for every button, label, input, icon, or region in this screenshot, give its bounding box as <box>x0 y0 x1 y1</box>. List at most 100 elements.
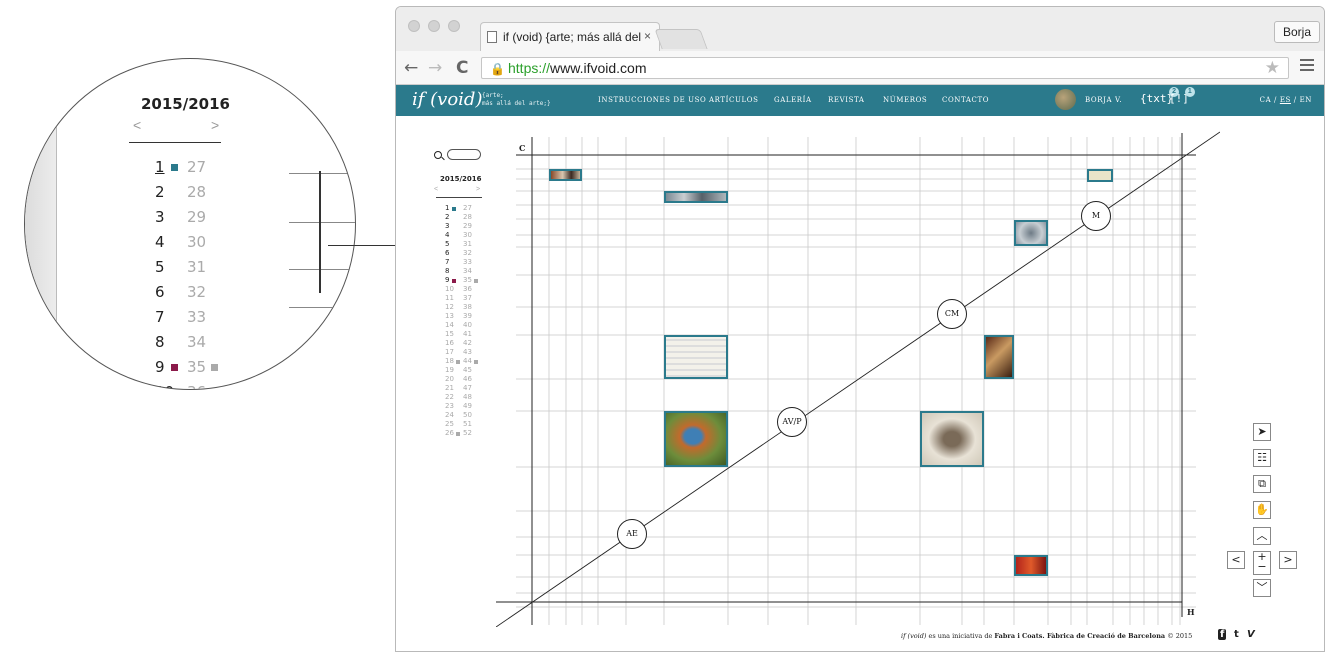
alert-notifications-icon[interactable]: [!] 1 <box>1169 87 1195 105</box>
pan-down-button[interactable]: ﹀ <box>1253 579 1271 597</box>
artwork-thumbnail[interactable] <box>664 335 728 379</box>
zoom-next-arrow[interactable]: > <box>211 117 219 133</box>
nav-numeros[interactable]: NÚMEROS <box>883 96 927 104</box>
sidebar-issue-number-secondary[interactable]: 32 <box>463 249 472 258</box>
sidebar-issue-number-secondary[interactable]: 51 <box>463 420 472 429</box>
zoom-issue-number[interactable]: 5 <box>155 258 165 276</box>
zoom-issue-row[interactable]: 8 34 <box>155 333 275 355</box>
artwork-thumbnail[interactable] <box>1014 220 1048 246</box>
sidebar-issue-number-secondary[interactable]: 39 <box>463 312 472 321</box>
zoom-issue-number-secondary[interactable]: 31 <box>187 258 206 276</box>
zoom-issue-number-secondary[interactable]: 35 <box>187 358 206 376</box>
sidebar-issue-number-secondary[interactable]: 50 <box>463 411 472 420</box>
sidebar-issue-number-secondary[interactable]: 52 <box>463 429 472 438</box>
artwork-thumbnail[interactable] <box>1087 169 1113 182</box>
zoom-control[interactable]: + − <box>1253 551 1271 575</box>
zoom-issue-row[interactable]: 4 30 <box>155 233 275 255</box>
sidebar-issue-number-secondary[interactable]: 31 <box>463 240 472 249</box>
browser-menu-icon[interactable] <box>1300 59 1314 74</box>
sidebar-issue-number[interactable]: 21 <box>445 384 454 393</box>
zoom-issue-row[interactable]: 6 32 <box>155 283 275 305</box>
zoom-issue-number[interactable]: 3 <box>155 208 165 226</box>
sidebar-issue-number-secondary[interactable]: 33 <box>463 258 472 267</box>
zoom-issue-row[interactable]: 5 31 <box>155 258 275 280</box>
sidebar-issue-number[interactable]: 24 <box>445 411 454 420</box>
zoom-issue-row[interactable]: 9 35 <box>155 358 275 380</box>
sidebar-issue-number-secondary[interactable]: 44 <box>463 357 472 366</box>
sidebar-issue-number-secondary[interactable]: 49 <box>463 402 472 411</box>
sidebar-prev-arrow[interactable]: < <box>434 186 438 193</box>
sidebar-issue-number[interactable]: 23 <box>445 402 454 411</box>
tab-close-icon[interactable]: × <box>644 29 651 43</box>
sidebar-issue-number-secondary[interactable]: 28 <box>463 213 472 222</box>
pan-up-button[interactable]: ︿ <box>1253 527 1271 545</box>
zoom-issue-number-secondary[interactable]: 33 <box>187 308 206 326</box>
sidebar-issue-number[interactable]: 1 <box>445 204 449 213</box>
sidebar-issue-number-secondary[interactable]: 36 <box>463 285 472 294</box>
minimize-window-button[interactable] <box>428 20 440 32</box>
address-bar[interactable]: 🔒 https://www.ifvoid.com ★ <box>481 57 1289 79</box>
bookmark-star-icon[interactable]: ★ <box>1265 58 1280 78</box>
artwork-thumbnail[interactable] <box>549 169 582 181</box>
nav-articulos[interactable]: ARTÍCULOS <box>709 96 758 104</box>
zoom-issue-number[interactable]: 4 <box>155 233 165 251</box>
sidebar-issue-number[interactable]: 16 <box>445 339 454 348</box>
sidebar-issue-number[interactable]: 20 <box>445 375 454 384</box>
nav-galeria[interactable]: GALERÍA <box>774 96 812 104</box>
sidebar-issue-number[interactable]: 19 <box>445 366 454 375</box>
zoom-issue-number-secondary[interactable]: 30 <box>187 233 206 251</box>
zoom-issue-number-secondary[interactable]: 36 <box>187 383 206 389</box>
sidebar-issue-number-secondary[interactable]: 42 <box>463 339 472 348</box>
avatar[interactable] <box>1055 89 1076 110</box>
zoom-issue-number[interactable]: 9 <box>155 358 165 376</box>
zoom-issue-number[interactable]: 8 <box>155 333 165 351</box>
sidebar-issue-number[interactable]: 6 <box>445 249 449 258</box>
reload-button[interactable]: C <box>456 58 468 78</box>
sidebar-issue-number[interactable]: 5 <box>445 240 449 249</box>
new-tab-button[interactable] <box>654 29 708 49</box>
zoom-issue-number-secondary[interactable]: 32 <box>187 283 206 301</box>
sidebar-issue-number-secondary[interactable]: 46 <box>463 375 472 384</box>
sidebar-issue-number[interactable]: 12 <box>445 303 454 312</box>
pan-left-button[interactable]: < <box>1227 551 1245 569</box>
content-grid[interactable]: C H AE AV/P CM M <box>496 127 1220 627</box>
pointer-tool[interactable]: ➤ <box>1253 423 1271 441</box>
category-node-avp[interactable]: AV/P <box>777 407 807 437</box>
sidebar-issue-number-secondary[interactable]: 37 <box>463 294 472 303</box>
sidebar-issue-number[interactable]: 10 <box>445 285 454 294</box>
zoom-issue-number[interactable]: 1 <box>155 158 165 176</box>
nav-revista[interactable]: REVISTA <box>828 96 865 104</box>
zoom-issue-row[interactable]: 10 36 <box>155 383 275 389</box>
sidebar-issue-number[interactable]: 17 <box>445 348 454 357</box>
sidebar-issue-number-secondary[interactable]: 34 <box>463 267 472 276</box>
zoom-prev-arrow[interactable]: < <box>133 117 141 133</box>
footer-sponsor[interactable]: Fabra i Coats. Fàbrica de Creació de Bar… <box>994 632 1165 640</box>
zoom-issue-number-secondary[interactable]: 29 <box>187 208 206 226</box>
lang-en[interactable]: EN <box>1300 96 1312 104</box>
sidebar-issue-number[interactable]: 11 <box>445 294 454 303</box>
document-tool[interactable]: ☷ <box>1253 449 1271 467</box>
sidebar-issue-number[interactable]: 22 <box>445 393 454 402</box>
sidebar-issue-number[interactable]: 4 <box>445 231 449 240</box>
zoom-issue-number-secondary[interactable]: 27 <box>187 158 206 176</box>
sidebar-issue-number[interactable]: 25 <box>445 420 454 429</box>
sidebar-issue-number[interactable]: 13 <box>445 312 454 321</box>
zoom-issue-number[interactable]: 7 <box>155 308 165 326</box>
zoom-issue-row[interactable]: 3 29 <box>155 208 275 230</box>
search-input[interactable] <box>447 149 481 160</box>
zoom-issue-number[interactable]: 10 <box>155 383 174 389</box>
facebook-icon[interactable]: f <box>1218 629 1227 640</box>
sidebar-issue-number-secondary[interactable]: 41 <box>463 330 472 339</box>
category-node-ae[interactable]: AE <box>617 519 647 549</box>
artwork-thumbnail[interactable] <box>984 335 1014 379</box>
sidebar-next-arrow[interactable]: > <box>476 186 480 193</box>
zoom-issue-number-secondary[interactable]: 28 <box>187 183 206 201</box>
artwork-thumbnail[interactable] <box>664 191 728 203</box>
zoom-issue-row[interactable]: 7 33 <box>155 308 275 330</box>
sidebar-issue-number-secondary[interactable]: 35 <box>463 276 472 285</box>
artwork-thumbnail[interactable] <box>664 411 728 467</box>
forward-button[interactable]: → <box>428 58 442 78</box>
artwork-thumbnail[interactable] <box>920 411 984 467</box>
sidebar-issue-number-secondary[interactable]: 40 <box>463 321 472 330</box>
sidebar-issue-number-secondary[interactable]: 27 <box>463 204 472 213</box>
